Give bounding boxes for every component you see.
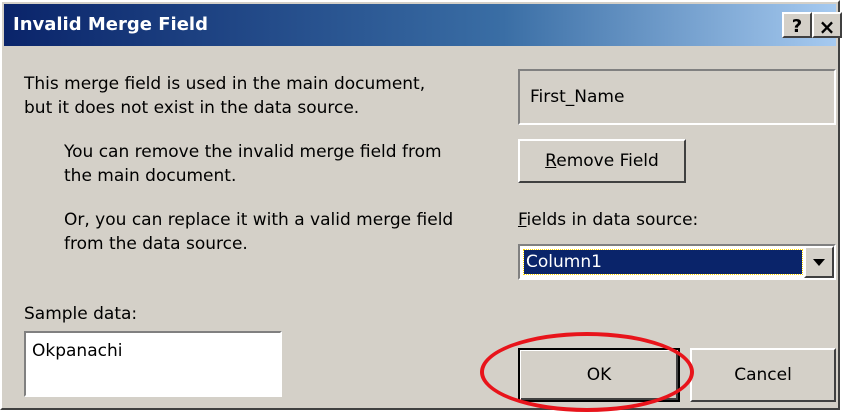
dropdown-arrow-icon[interactable]: [804, 246, 834, 278]
message-line-1: This merge field is used in the main doc…: [24, 74, 426, 94]
invalid-field-name-display: First_Name: [518, 69, 836, 125]
dialog-title: Invalid Merge Field: [13, 14, 208, 35]
title-bar[interactable]: Invalid Merge Field ? ×: [4, 4, 842, 46]
remove-hint-line-2: the main document.: [64, 166, 237, 186]
ok-button[interactable]: OK: [518, 348, 680, 402]
invalid-merge-field-dialog: Invalid Merge Field ? × This merge field…: [0, 0, 842, 410]
cancel-button[interactable]: Cancel: [690, 348, 836, 402]
remove-field-label: emove Field: [556, 151, 659, 171]
invalid-field-name: First_Name: [530, 87, 625, 107]
sample-data-value: Okpanachi: [32, 341, 123, 361]
remove-hint-line-1: You can remove the invalid merge field f…: [64, 142, 442, 162]
message-line-2: but it does not exist in the data source…: [24, 98, 360, 118]
replace-hint-line-1: Or, you can replace it with a valid merg…: [64, 210, 454, 230]
remove-field-button[interactable]: Remove Field: [518, 139, 686, 183]
fields-in-data-source-label: Fields in data source:: [518, 210, 699, 230]
sample-data-label: Sample data:: [24, 304, 138, 324]
help-button[interactable]: ?: [782, 12, 812, 38]
selected-field-option[interactable]: Column1: [523, 249, 803, 275]
close-button[interactable]: ×: [812, 12, 842, 39]
replace-hint-line-2: from the data source.: [64, 234, 248, 254]
sample-data-box: Okpanachi: [24, 331, 282, 397]
remove-field-accelerator: R: [545, 151, 557, 171]
fields-in-data-source-select[interactable]: Column1: [518, 244, 836, 280]
